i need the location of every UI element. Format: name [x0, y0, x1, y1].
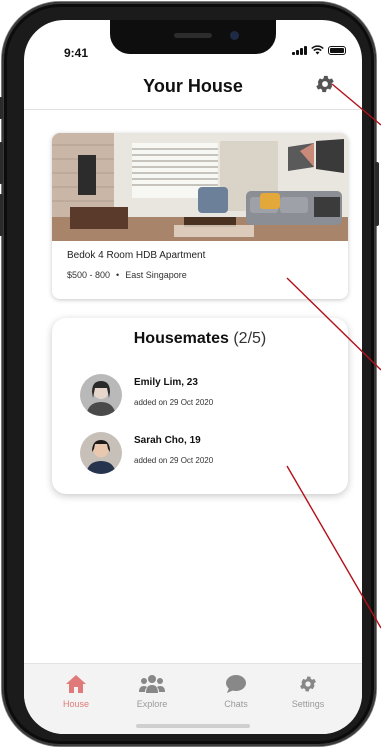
house-location: East Singapore — [125, 270, 187, 280]
gear-icon — [300, 676, 316, 692]
notch — [110, 20, 276, 54]
people-icon — [139, 675, 165, 693]
gear-icon — [316, 75, 334, 93]
home-indicator — [136, 724, 250, 728]
housemate-added-date: added on 29 Oct 2020 — [134, 398, 214, 407]
tab-explore[interactable]: Explore — [122, 674, 182, 709]
housemates-card: Housemates (2/5) Emily Lim, 23 added on … — [52, 318, 348, 494]
housemates-count: (2/5) — [233, 330, 267, 347]
housemate-name: Emily Lim, 23 — [134, 377, 198, 388]
screen: 9:41 Your House Bedok 4 Room HDB Apartme… — [24, 20, 362, 734]
housemate-info: Sarah Cho, 19 added on 29 Oct 2020 — [134, 435, 213, 465]
house-card[interactable]: Bedok 4 Room HDB Apartment $500 - 800 • … — [52, 133, 348, 299]
tab-chats[interactable]: Chats — [206, 674, 266, 709]
power-button — [375, 162, 379, 226]
volume-down-button — [0, 194, 3, 236]
tab-label: Chats — [224, 699, 248, 709]
housemates-title: Housemates (2/5) — [52, 330, 348, 348]
housemates-heading: Housemates — [133, 330, 229, 347]
volume-up-button — [0, 142, 3, 184]
tab-bar: House Explore Chats Settings — [24, 663, 362, 734]
phone-frame: 9:41 Your House Bedok 4 Room HDB Apartme… — [0, 2, 379, 746]
tab-house[interactable]: House — [46, 674, 106, 709]
house-meta: $500 - 800 • East Singapore — [67, 270, 187, 280]
tab-label: House — [62, 699, 89, 709]
settings-gear-button[interactable] — [314, 73, 336, 95]
home-icon — [66, 675, 86, 693]
housemate-name: Sarah Cho, 19 — [134, 435, 201, 446]
house-photo — [52, 133, 348, 241]
housemate-row[interactable]: Sarah Cho, 19 added on 29 Oct 2020 — [80, 432, 213, 474]
wifi-icon — [311, 45, 324, 55]
avatar — [80, 374, 122, 416]
header-divider — [24, 109, 362, 110]
avatar — [80, 432, 122, 474]
battery-icon — [328, 46, 346, 55]
tab-label: Settings — [291, 699, 325, 709]
page-title: Your House — [143, 76, 243, 96]
housemate-row[interactable]: Emily Lim, 23 added on 29 Oct 2020 — [80, 374, 213, 416]
housemate-added-date: added on 29 Oct 2020 — [134, 456, 214, 465]
front-camera — [230, 31, 239, 40]
status-icons — [292, 45, 346, 55]
speaker — [174, 33, 212, 38]
status-time: 9:41 — [64, 46, 89, 60]
housemate-info: Emily Lim, 23 added on 29 Oct 2020 — [134, 377, 213, 407]
mute-switch — [0, 97, 3, 119]
tab-settings[interactable]: Settings — [278, 674, 338, 709]
house-name: Bedok 4 Room HDB Apartment — [67, 250, 206, 261]
signal-icon — [292, 45, 307, 55]
chat-bubble-icon — [226, 675, 246, 693]
tab-label: Explore — [136, 699, 168, 709]
house-price: $500 - 800 — [67, 270, 111, 280]
meta-separator: • — [116, 270, 120, 280]
